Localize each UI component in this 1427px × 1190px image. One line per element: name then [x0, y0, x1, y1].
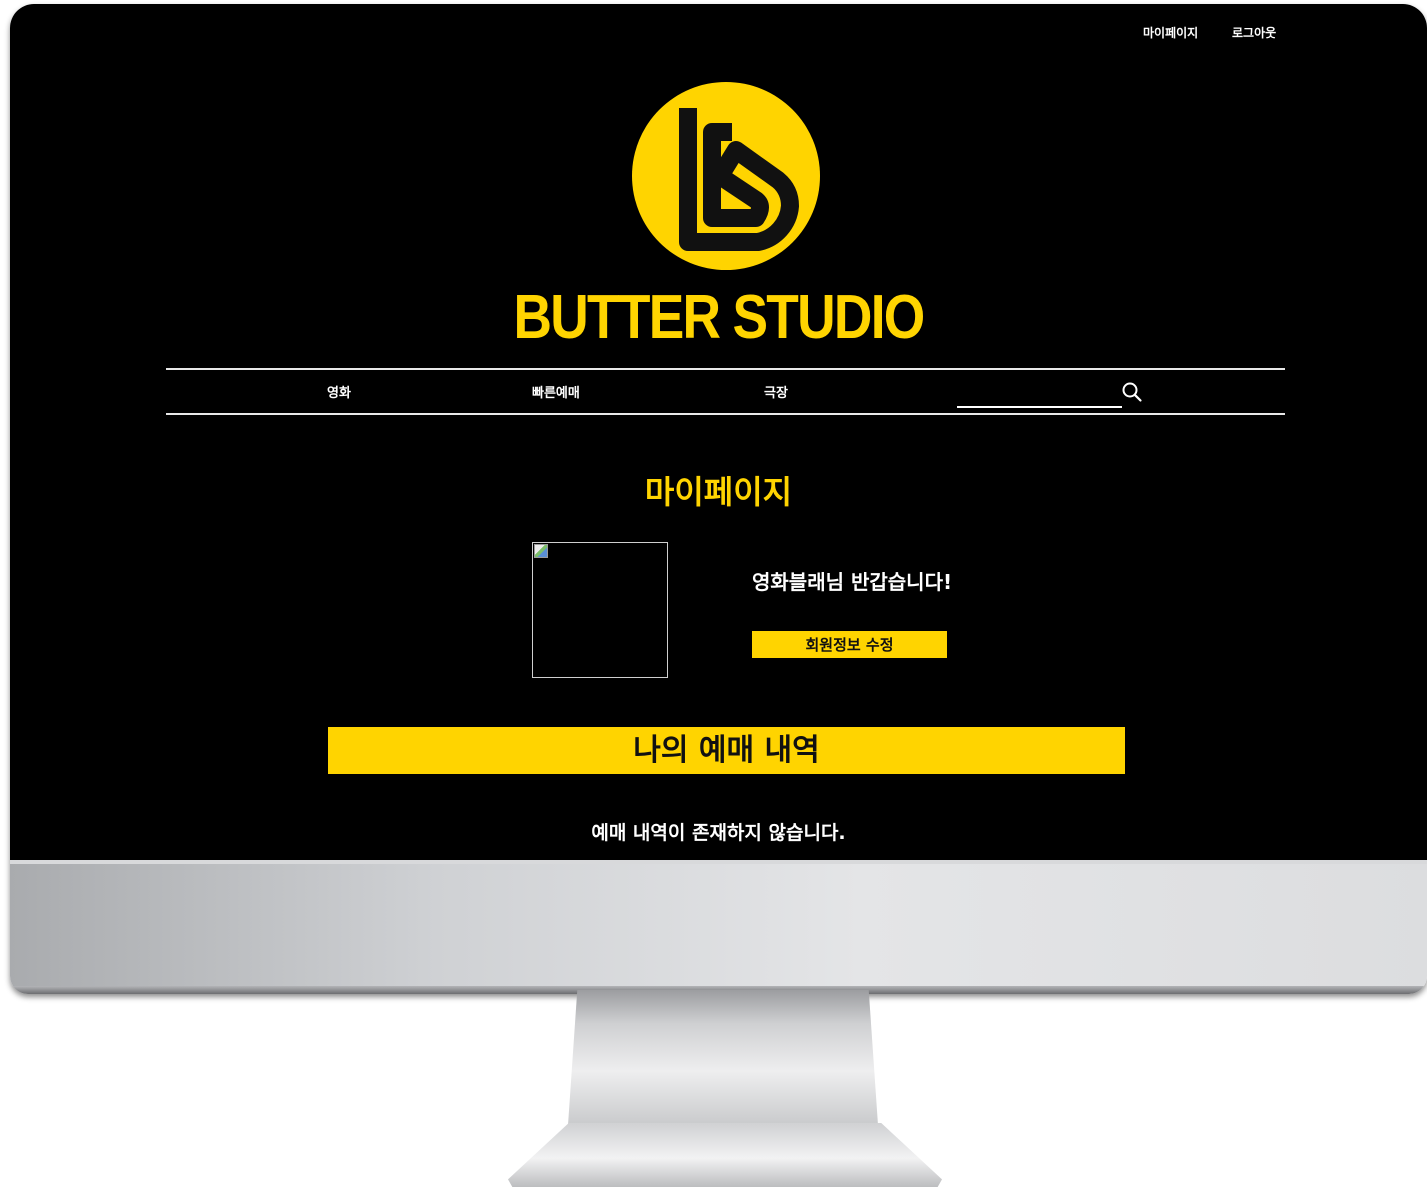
monitor-frame: 마이페이지 로그아웃 BUTTER STUDIO 영화 빠른예매 극장 마이페이… — [10, 4, 1427, 994]
monitor-stand-neck — [568, 990, 878, 1125]
monitor-chin — [10, 860, 1427, 994]
logout-link[interactable]: 로그아웃 — [1232, 24, 1276, 41]
broken-image-icon — [534, 544, 548, 558]
nav-item-movies[interactable]: 영화 — [327, 382, 351, 401]
logo-icon[interactable] — [632, 82, 820, 270]
edit-profile-button[interactable]: 회원정보 수정 — [752, 631, 947, 658]
nav-item-quick-booking[interactable]: 빠른예매 — [532, 382, 580, 401]
nav-item-theaters[interactable]: 극장 — [764, 382, 788, 401]
page-title: 마이페이지 — [644, 473, 793, 511]
logo-b-glyph — [679, 108, 799, 251]
greeting-text: 영화블래님 반갑습니다! — [752, 570, 953, 594]
screen: 마이페이지 로그아웃 BUTTER STUDIO 영화 빠른예매 극장 마이페이… — [10, 4, 1427, 860]
brand-name[interactable]: BUTTER STUDIO — [109, 282, 1328, 354]
mypage-link[interactable]: 마이페이지 — [1143, 24, 1198, 41]
search-input[interactable] — [957, 384, 1122, 408]
profile-image — [532, 542, 668, 678]
search-icon[interactable] — [1121, 381, 1143, 403]
nav-top-divider — [166, 368, 1285, 370]
nav-bottom-divider — [166, 413, 1285, 415]
empty-reservations-message: 예매 내역이 존재하지 않습니다. — [591, 822, 846, 844]
reservations-heading: 나의 예매 내역 — [328, 727, 1125, 774]
monitor-stand-base — [508, 1123, 942, 1187]
